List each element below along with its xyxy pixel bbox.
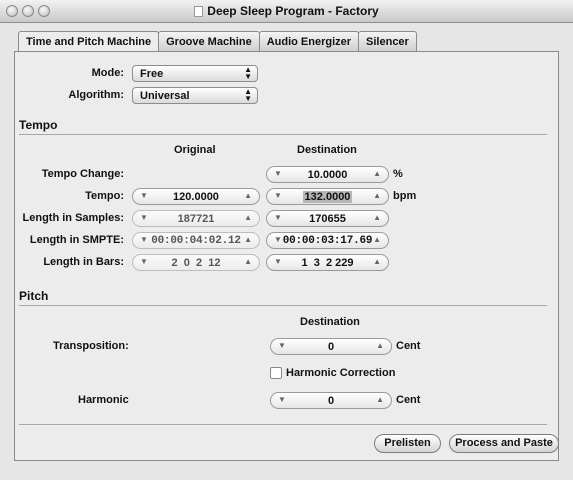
tempo-dest-value: 132.0000 [267,191,388,203]
tempo-section-title: Tempo [19,118,58,132]
length-samples-original-value: 187721 [177,213,215,225]
tab-groove-machine[interactable]: Groove Machine [158,31,260,51]
length-smpte-original-value: 00:00:04:02.12 [151,235,241,247]
length-smpte-dest-value: 00:00:03:17.69 [282,235,373,247]
algorithm-value: Universal [140,90,190,102]
increment-icon[interactable]: ▲ [373,257,381,266]
tempo-divider [19,134,547,135]
length-samples-dest-field[interactable]: ▼ 170655 ▲ [266,210,389,227]
document-icon [194,6,204,17]
original-column-header: Original [174,144,216,156]
actions-divider [19,424,547,425]
tempo-change-dest-value: 10.0000 [307,169,348,181]
destination-column-header: Destination [297,144,357,156]
length-bars-original-value: 2 0 2 12 [171,257,221,269]
window-title-text: Deep Sleep Program - Factory [207,4,379,18]
tempo-dest-field[interactable]: ▼ 132.0000 ▲ [266,188,389,205]
tempo-unit: bpm [393,190,417,202]
length-bars-dest-value: 1 3 2 229 [301,257,354,269]
process-and-paste-button[interactable]: Process and Paste [449,434,559,453]
increment-icon[interactable]: ▲ [244,191,252,200]
transposition-label: Transposition: [53,340,129,352]
length-bars-label: Length in Bars: [43,256,124,268]
length-smpte-dest-field[interactable]: ▼ 00:00:03:17.69 ▲ [266,232,389,249]
length-smpte-label: Length in SMPTE: [29,234,124,246]
harmonic-correction-checkbox[interactable] [270,367,282,379]
tempo-change-dest-field[interactable]: ▼ 10.0000 ▲ [266,166,389,183]
tab-audio-energizer[interactable]: Audio Energizer [258,31,360,51]
transposition-unit: Cent [396,340,421,352]
tempo-change-unit: % [393,168,403,180]
time-pitch-window: Deep Sleep Program - Factory Time and Pi… [0,0,573,480]
increment-icon: ▲ [244,213,252,222]
tempo-label: Tempo: [85,190,124,202]
tempo-original-value: 120.0000 [173,191,219,203]
algorithm-label: Algorithm: [68,89,124,101]
pitch-section-title: Pitch [19,289,49,303]
length-samples-original-field: ▼ 187721 ▲ [132,210,260,227]
tab-bar: Time and Pitch Machine Groove Machine Au… [18,31,417,53]
length-samples-dest-value: 170655 [309,213,346,225]
popup-arrows-icon: ▲ ▼ [244,87,252,103]
length-bars-original-field: ▼ 2 0 2 12 ▲ [132,254,260,271]
increment-icon[interactable]: ▲ [373,169,381,178]
title-bar[interactable]: Deep Sleep Program - Factory [0,0,573,23]
harmonic-value: 0 [327,395,335,407]
tab-silencer[interactable]: Silencer [358,31,417,51]
mode-value: Free [140,68,164,80]
harmonic-correction-label[interactable]: Harmonic Correction [286,367,395,379]
algorithm-popup[interactable]: Universal ▲ ▼ [132,87,258,104]
increment-icon: ▲ [244,257,252,266]
length-bars-dest-field[interactable]: ▼ 1 3 2 229 ▲ [266,254,389,271]
tempo-dest-selected-text[interactable]: 132.0000 [302,191,353,203]
tempo-change-label: Tempo Change: [41,168,124,180]
transposition-value: 0 [327,341,335,353]
popup-arrows-icon: ▲ ▼ [244,65,252,81]
length-smpte-original-field: ▼ 00:00:04:02.12 ▲ [132,232,260,249]
prelisten-button[interactable]: Prelisten [374,434,441,453]
mode-label: Mode: [91,67,124,79]
harmonic-field[interactable]: ▼ 0 ▲ [270,392,392,409]
increment-icon[interactable]: ▲ [373,191,381,200]
increment-icon[interactable]: ▲ [373,213,381,222]
mode-popup[interactable]: Free ▲ ▼ [132,65,258,82]
tempo-original-field[interactable]: ▼ 120.0000 ▲ [132,188,260,205]
harmonic-label: Harmonic [78,394,129,406]
pitch-destination-column-header: Destination [300,316,360,328]
transposition-field[interactable]: ▼ 0 ▲ [270,338,392,355]
window-title: Deep Sleep Program - Factory [0,4,573,18]
pitch-divider [19,305,547,306]
length-samples-label: Length in Samples: [22,212,124,224]
increment-icon[interactable]: ▲ [376,395,384,404]
tab-time-and-pitch-machine[interactable]: Time and Pitch Machine [18,31,160,53]
increment-icon[interactable]: ▲ [376,341,384,350]
harmonic-unit: Cent [396,394,421,406]
increment-icon[interactable]: ▲ [373,235,381,244]
increment-icon: ▲ [244,235,252,244]
